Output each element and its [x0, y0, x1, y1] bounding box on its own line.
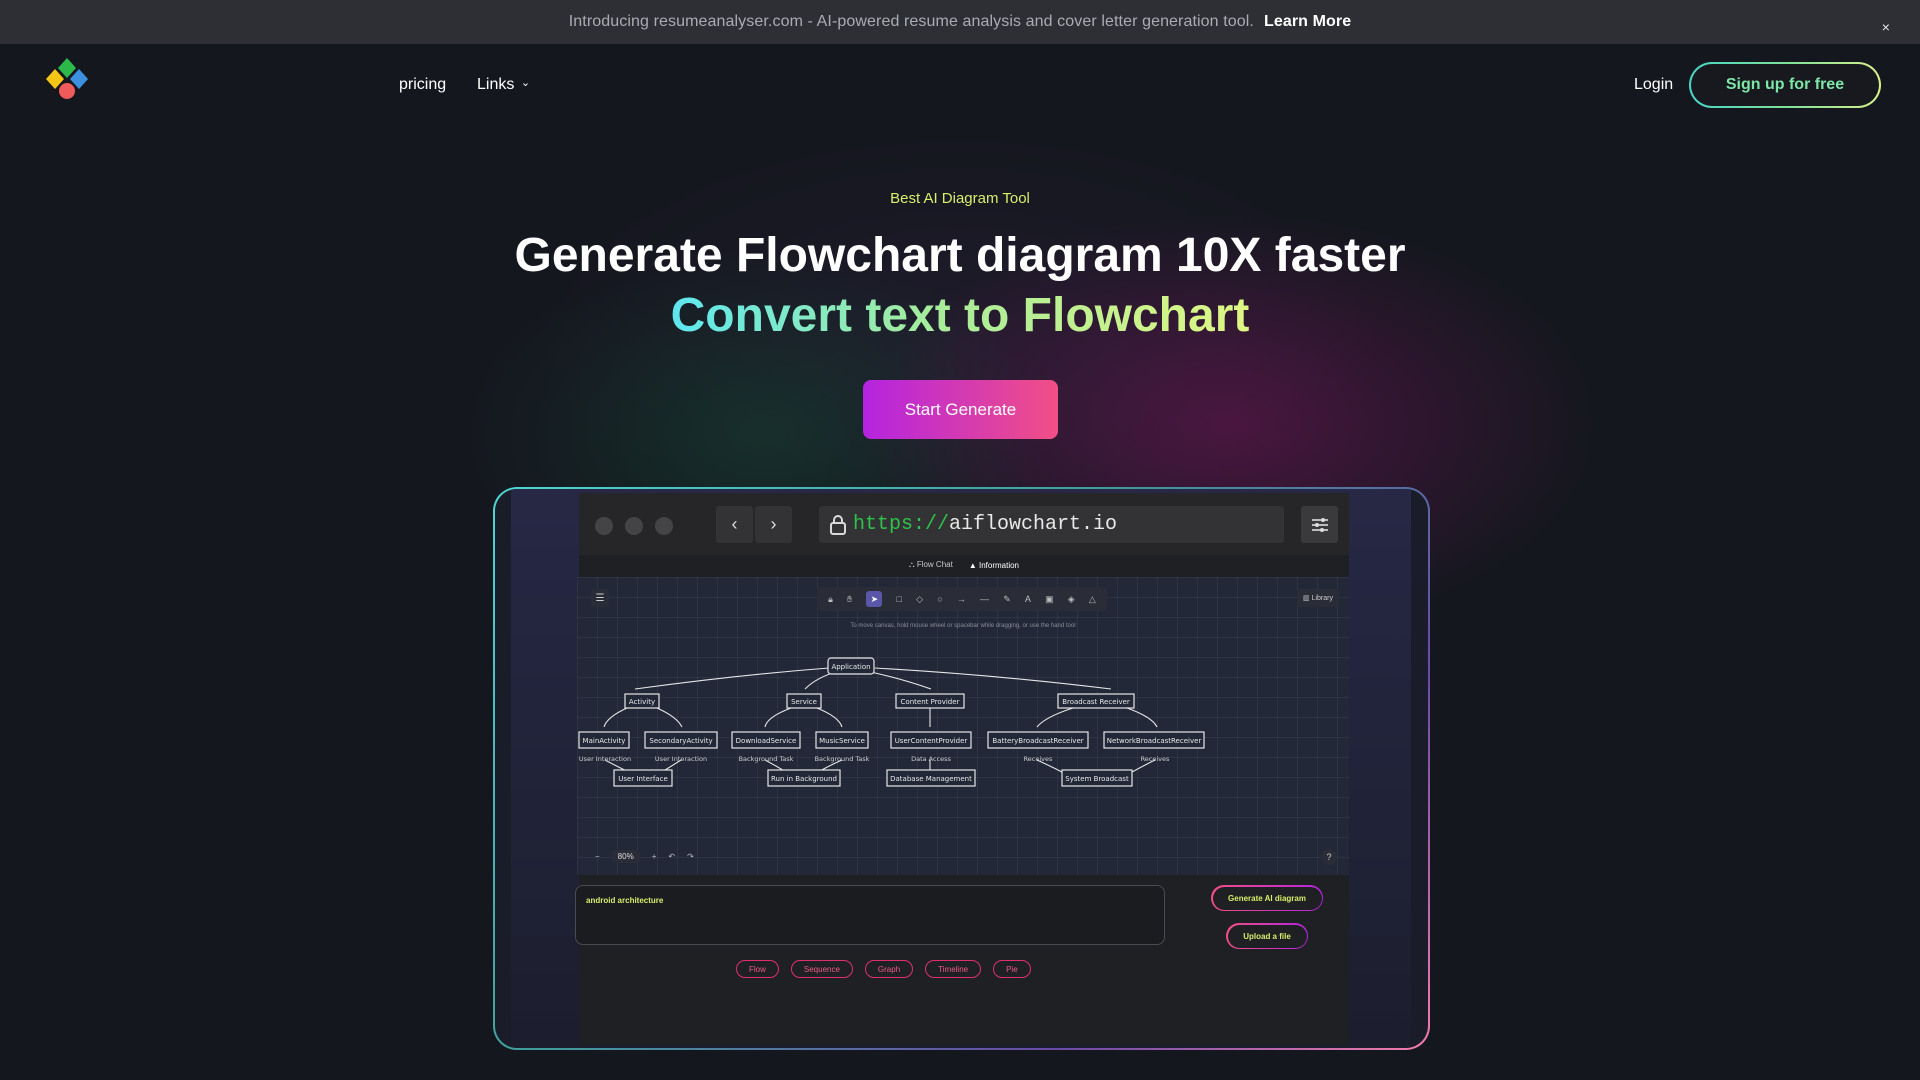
node-content-provider[interactable]: Content Provider [895, 693, 965, 709]
window-dot-close [595, 517, 613, 535]
node-download-service[interactable]: DownloadService [731, 731, 801, 749]
edge-label: Background Task [815, 755, 870, 763]
node-main-activity[interactable]: MainActivity [578, 731, 630, 749]
node-broadcast-receiver[interactable]: Broadcast Receiver [1057, 693, 1135, 709]
upload-file-button[interactable]: Upload a file [1226, 923, 1308, 949]
tab-flow-chat[interactable]: ⛬ Flow Chat [909, 560, 953, 570]
help-icon[interactable]: ? [1321, 849, 1337, 865]
signup-label: Sign up for free [1691, 64, 1879, 106]
top-nav: pricing Links ⌄ Login Sign up for free [0, 44, 1920, 126]
svg-text:Broadcast Receiver: Broadcast Receiver [1062, 698, 1130, 706]
url-host: aiflowchart.io [949, 513, 1118, 536]
prompt-value: android architecture [586, 896, 664, 905]
chip-timeline[interactable]: Timeline [925, 960, 982, 978]
url-scheme: https:// [853, 513, 950, 536]
chip-flow[interactable]: Flow [736, 960, 779, 978]
nav-links-label: Links [477, 76, 515, 93]
lock-icon [830, 514, 846, 535]
svg-text:Service: Service [791, 698, 817, 706]
sliders-icon[interactable] [1301, 506, 1338, 543]
svg-text:User Interface: User Interface [618, 775, 668, 783]
window-dot-maximize [655, 517, 673, 535]
edge-label: User Interaction [579, 755, 631, 763]
tab-information[interactable]: ▲ Information [969, 561, 1019, 570]
svg-text:NetworkBroadcastReceiver: NetworkBroadcastReceiver [1107, 737, 1202, 745]
svg-text:DownloadService: DownloadService [736, 737, 797, 745]
demo-frame: ‹ › https://aiflowchart.io ⛬ Flow Chat ▲… [493, 487, 1430, 1050]
hero-subtitle-wrap: Convert text to Flowchart [0, 288, 1920, 343]
node-run-in-background[interactable]: Run in Background [767, 769, 841, 787]
demo-inner: ‹ › https://aiflowchart.io ⛬ Flow Chat ▲… [495, 489, 1428, 1048]
node-battery-receiver[interactable]: BatteryBroadcastReceiver [987, 731, 1089, 749]
tab-flow-chat-label: Flow Chat [916, 560, 953, 569]
redo-icon[interactable]: ↷ [687, 852, 694, 861]
svg-text:Activity: Activity [629, 698, 655, 706]
chevron-down-icon: ⌄ [520, 77, 531, 89]
node-music-service[interactable]: MusicService [815, 731, 869, 749]
node-system-broadcast[interactable]: System Broadcast [1061, 769, 1133, 787]
edge-label: Receives [1141, 755, 1170, 763]
node-user-content-provider[interactable]: UserContentProvider [890, 731, 972, 749]
undo-icon[interactable]: ↶ [668, 852, 675, 861]
svg-text:Run in Background: Run in Background [771, 775, 837, 783]
node-network-receiver[interactable]: NetworkBroadcastReceiver [1103, 731, 1205, 749]
edge-label: User Interaction [655, 755, 707, 763]
node-root[interactable]: Application [827, 657, 875, 675]
node-database-management[interactable]: Database Management [886, 769, 976, 787]
chip-graph[interactable]: Graph [864, 960, 914, 978]
flowchart-diagram: Application Activity Service Content Pro… [578, 657, 1205, 787]
zoom-in-icon[interactable]: + [652, 852, 657, 861]
edge-label: Background Task [739, 755, 794, 763]
svg-text:MusicService: MusicService [819, 737, 865, 745]
node-service[interactable]: Service [786, 693, 822, 709]
forward-icon[interactable]: › [755, 506, 792, 543]
hero-subtitle: Convert text to Flowchart [670, 289, 1250, 342]
browser-chrome: ‹ › https://aiflowchart.io [579, 493, 1349, 555]
svg-text:SecondaryActivity: SecondaryActivity [649, 737, 712, 745]
svg-text:MainActivity: MainActivity [583, 737, 626, 745]
node-secondary-activity[interactable]: SecondaryActivity [644, 731, 718, 749]
tab-information-label: Information [978, 560, 1019, 570]
start-generate-button[interactable]: Start Generate [863, 380, 1058, 439]
chip-pie[interactable]: Pie [993, 960, 1031, 978]
login-link[interactable]: Login [1634, 76, 1673, 94]
chip-sequence[interactable]: Sequence [790, 960, 853, 978]
window-dot-minimize [625, 517, 643, 535]
generate-diagram-label: Generate AI diagram [1212, 886, 1322, 910]
edge-label: Data Access [911, 755, 951, 763]
svg-text:BatteryBroadcastReceiver: BatteryBroadcastReceiver [992, 737, 1083, 745]
prompt-input[interactable]: android architecture [575, 885, 1165, 945]
close-icon[interactable]: × [1882, 20, 1890, 34]
hero-eyebrow: Best AI Diagram Tool [890, 190, 1030, 207]
zoom-level: 80% [611, 849, 640, 863]
url-bar[interactable]: https://aiflowchart.io [819, 506, 1284, 543]
generate-diagram-button[interactable]: Generate AI diagram [1211, 885, 1323, 911]
zoom-out-icon[interactable]: − [595, 852, 600, 861]
signup-button[interactable]: Sign up for free [1689, 62, 1881, 108]
zoom-controls: − 80% + ↶ ↷ [589, 847, 707, 865]
hero-title: Generate Flowchart diagram 10X faster [514, 229, 1406, 282]
svg-text:Database Management: Database Management [890, 775, 972, 783]
svg-text:Application: Application [831, 663, 870, 671]
nav-pricing-link[interactable]: pricing [399, 76, 446, 94]
svg-text:UserContentProvider: UserContentProvider [895, 737, 968, 745]
svg-text:Content Provider: Content Provider [901, 698, 960, 706]
diamond-logo-icon[interactable] [40, 56, 94, 106]
diagram-type-chips: Flow Sequence Graph Timeline Pie [736, 960, 1031, 978]
node-activity[interactable]: Activity [624, 693, 660, 709]
nav-links-dropdown[interactable]: Links ⌄ [477, 76, 530, 94]
learn-more-link[interactable]: Learn More [1264, 13, 1351, 31]
diagram-canvas[interactable]: ☰ 🔒︎ ✋︎ ➤ □ ◇ ○ → — ✎ A ▣ ◈ △ ▥ Library [577, 577, 1349, 875]
app-tabs: ⛬ Flow Chat ▲ Information [579, 555, 1349, 575]
edge-label: Receives [1024, 755, 1053, 763]
node-user-interface[interactable]: User Interface [613, 769, 673, 787]
upload-file-label: Upload a file [1227, 924, 1307, 948]
announcement-bar: Introducing resumeanalyser.com - AI-powe… [0, 0, 1920, 44]
announcement-text: Introducing resumeanalyser.com - AI-powe… [568, 13, 1254, 30]
svg-text:System Broadcast: System Broadcast [1065, 775, 1129, 783]
app-screenshot: ⛬ Flow Chat ▲ Information ☰ 🔒︎ ✋︎ ➤ □ ◇ … [575, 555, 1349, 1045]
back-icon[interactable]: ‹ [716, 506, 753, 543]
